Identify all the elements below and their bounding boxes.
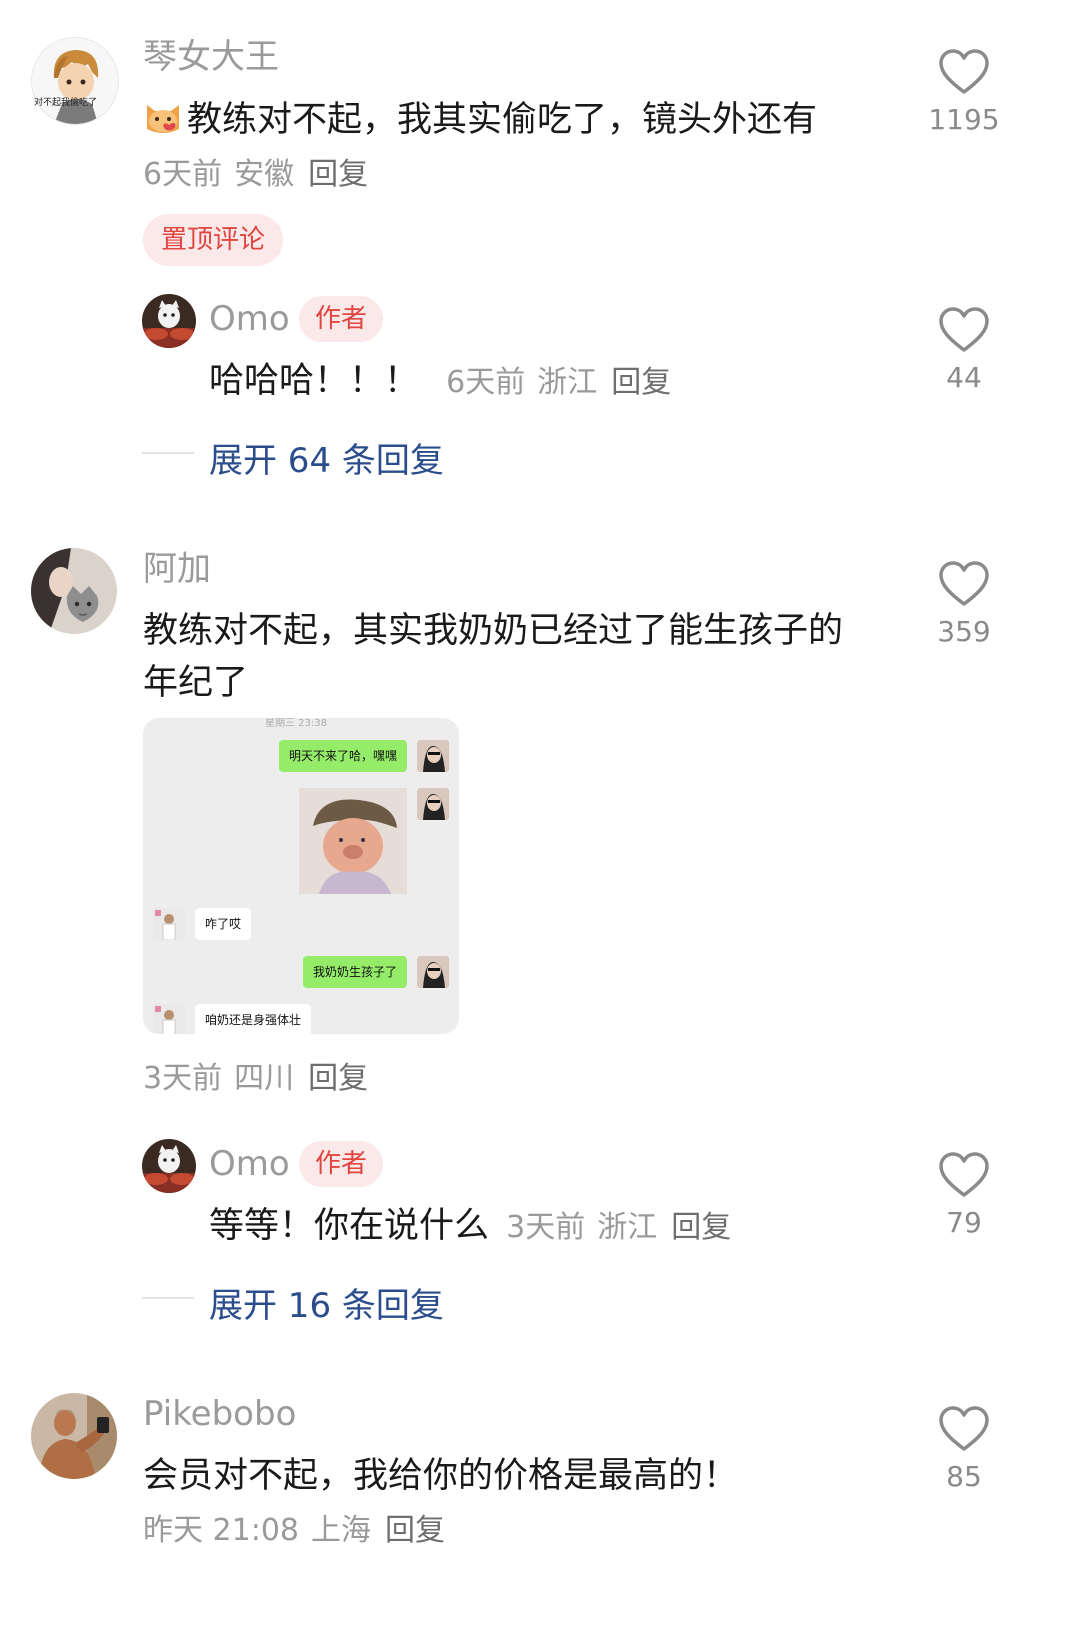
heart-icon[interactable]	[938, 1405, 990, 1453]
author-avatar[interactable]	[142, 294, 196, 348]
heart-icon[interactable]	[938, 1151, 990, 1199]
expand-divider	[142, 1297, 194, 1299]
like-button[interactable]: 1195	[919, 48, 1009, 134]
comment-body: 教练对不起，我其实偷吃了，镜头外还有	[187, 100, 818, 140]
comment-meta: 3天前 四川 回复	[143, 1064, 368, 1094]
reply-button[interactable]: 回复	[385, 1513, 445, 1548]
author-reply-text: 哈哈哈！！！	[209, 361, 420, 401]
comment-text: 教练对不起，其实我奶奶已经过了能生孩子的年纪了	[143, 611, 844, 703]
author-reply-row: 哈哈哈！！！ 6天前 浙江 回复	[209, 355, 671, 407]
chat-message: 我奶奶生孩子了	[302, 956, 407, 988]
reply-button[interactable]: 回复	[308, 1061, 368, 1096]
author-badge: 作者	[299, 1141, 384, 1187]
comment-image[interactable]: 星期三 23:38 明天不来了哈，嘿嘿 咋了哎 我奶奶生孩子了 咱奶还是身强体壮	[143, 718, 459, 1034]
like-count: 85	[946, 1460, 982, 1493]
author-reply-meta: 6天前 浙江 回复	[446, 365, 671, 400]
avatar[interactable]	[31, 1393, 117, 1479]
comment-text: 会员对不起，我给你的价格是最高的！	[143, 1456, 739, 1496]
baby-photo-icon	[299, 788, 407, 894]
heart-icon[interactable]	[938, 560, 990, 608]
chat-avatar-icon	[153, 1004, 185, 1034]
comment-location: 四川	[234, 1061, 295, 1096]
author-badge: 作者	[299, 296, 384, 342]
reply-time: 6天前	[446, 365, 526, 400]
cat-with-drums-avatar-icon	[142, 1139, 196, 1193]
cat-portrait-avatar-icon	[31, 548, 117, 634]
pinned-badge: 置顶评论	[143, 214, 284, 266]
comment-time: 3天前	[143, 1061, 223, 1096]
avatar-caption: 对不起我偷吃了	[34, 98, 98, 108]
comment-location: 安徽	[234, 157, 295, 192]
username[interactable]: Pikebobo	[143, 1397, 296, 1431]
chat-message: 咋了哎	[195, 908, 252, 940]
comment-meta: 昨天 21:08 上海 回复	[143, 1516, 445, 1546]
chat-avatar-icon	[417, 956, 449, 988]
reply-button[interactable]: 回复	[611, 365, 671, 400]
like-button[interactable]: 79	[919, 1151, 1009, 1237]
expand-replies-button[interactable]: 展开 16 条回复	[209, 1278, 444, 1327]
like-count: 79	[946, 1206, 982, 1239]
author-avatar[interactable]	[142, 1139, 196, 1193]
author-reply-meta: 3天前 浙江 回复	[506, 1210, 731, 1245]
author-username[interactable]: Omo	[209, 302, 290, 336]
like-count: 1195	[928, 103, 1000, 136]
username[interactable]: 阿加	[143, 552, 211, 586]
comment-time: 昨天 21:08	[143, 1513, 299, 1548]
expand-replies-button[interactable]: 展开 64 条回复	[209, 433, 444, 482]
expand-divider	[142, 452, 194, 454]
heart-icon[interactable]	[938, 48, 990, 96]
reply-time: 3天前	[506, 1210, 586, 1245]
like-count: 359	[937, 615, 991, 648]
comment-meta: 6天前 安徽 回复	[143, 160, 368, 190]
avatar[interactable]	[31, 548, 117, 634]
like-count: 44	[946, 361, 982, 394]
flexing-man-avatar-icon	[31, 1393, 117, 1479]
chat-avatar-icon	[417, 740, 449, 772]
username[interactable]: 琴女大王	[143, 40, 279, 74]
chat-avatar-icon	[153, 908, 185, 940]
chat-photo	[299, 788, 407, 894]
cat-with-drums-avatar-icon	[142, 294, 196, 348]
comment-time: 6天前	[143, 157, 223, 192]
reply-button[interactable]: 回复	[671, 1210, 731, 1245]
reply-button[interactable]: 回复	[308, 157, 368, 192]
anime-boy-avatar-icon	[32, 38, 118, 124]
chat-avatar-icon	[417, 788, 449, 820]
chat-message: 咱奶还是身强体壮	[195, 1004, 312, 1034]
author-reply-row: 等等！你在说什么 3天前 浙江 回复	[209, 1200, 731, 1252]
like-button[interactable]: 85	[919, 1405, 1009, 1491]
reply-location: 浙江	[597, 1210, 658, 1245]
chat-timestamp: 星期三 23:38	[265, 718, 327, 729]
heart-icon[interactable]	[938, 306, 990, 354]
like-button[interactable]: 359	[919, 560, 1009, 646]
reply-location: 浙江	[537, 365, 598, 400]
comment-text: 教练对不起，我其实偷吃了，镜头外还有	[143, 94, 903, 146]
chat-message: 明天不来了哈，嘿嘿	[278, 740, 407, 772]
author-username[interactable]: Omo	[209, 1147, 290, 1181]
avatar[interactable]	[31, 37, 119, 125]
like-button[interactable]: 44	[919, 306, 1009, 392]
author-reply-text: 等等！你在说什么	[209, 1206, 490, 1246]
cat-face-emoji-icon	[143, 98, 183, 134]
comment-location: 上海	[311, 1513, 371, 1548]
